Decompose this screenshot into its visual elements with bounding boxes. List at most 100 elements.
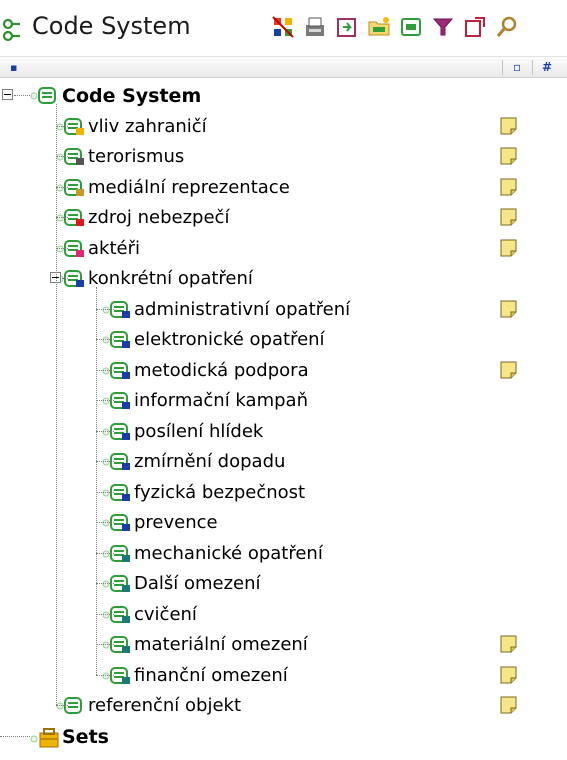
code-icon — [102, 575, 132, 593]
import-button[interactable] — [302, 14, 328, 40]
code-icon — [56, 697, 86, 715]
tree-row[interactable]: Další omezení — [0, 568, 567, 598]
memo-icon[interactable] — [499, 238, 519, 258]
memo-icon[interactable] — [499, 665, 519, 685]
tree-row[interactable]: fyzická bezpečnost — [0, 477, 567, 507]
tree-row[interactable]: materiální omezení — [0, 629, 567, 659]
folder-new-icon — [368, 17, 390, 36]
tree-item-label: prevence — [134, 512, 218, 533]
tree-connector — [0, 736, 30, 737]
tree-row[interactable]: mediální reprezentace — [0, 172, 567, 202]
folder-button[interactable] — [398, 14, 424, 40]
tree-item-label: konkrétní opatření — [88, 268, 253, 289]
code-icon — [56, 179, 86, 197]
column-separator — [532, 60, 533, 75]
export-button[interactable] — [334, 14, 360, 40]
tree-item-label: materiální omezení — [134, 634, 308, 655]
reset-button[interactable] — [462, 14, 488, 40]
tree-connector — [96, 644, 114, 645]
tree-item-label: mediální reprezentace — [88, 177, 290, 198]
tree-item-label: Další omezení — [134, 573, 261, 594]
tree-row[interactable]: prevence — [0, 507, 567, 537]
folder-icon — [401, 18, 421, 36]
tree-connector — [56, 156, 68, 157]
code-icon — [56, 118, 86, 136]
tree-connector — [56, 187, 68, 188]
window-titlebar: Code System — [0, 0, 567, 56]
tree-row[interactable]: posílení hlídek — [0, 416, 567, 446]
tree-connector — [96, 614, 114, 615]
tree-row[interactable]: mechanické opatření — [0, 538, 567, 568]
tree-connector — [96, 339, 114, 340]
tree-row[interactable]: zmírnění dopadu — [0, 446, 567, 476]
tree-item-label: Sets — [62, 726, 109, 748]
tree-item-label: informační kampaň — [134, 390, 308, 411]
frequency-column-icon[interactable]: # — [542, 60, 552, 74]
tree-item-label: cvičení — [134, 604, 197, 625]
code-icon — [102, 423, 132, 441]
tree-connector — [96, 461, 114, 462]
tree-row[interactable]: cvičení — [0, 599, 567, 629]
tree-row[interactable]: zdroj nebezpečí — [0, 202, 567, 232]
export-icon — [337, 18, 356, 37]
tree-connector — [56, 248, 68, 249]
code-icon — [102, 484, 132, 502]
tree-row[interactable]: terorismus — [0, 141, 567, 171]
tree-item-label: aktéři — [88, 238, 140, 259]
tree-item-label: referenční objekt — [88, 695, 241, 716]
tree-item-label: metodická podpora — [134, 360, 309, 381]
window-title: Code System — [32, 12, 191, 40]
memo-icon[interactable] — [499, 299, 519, 319]
memo-icon[interactable] — [499, 207, 519, 227]
memo-icon[interactable] — [499, 360, 519, 380]
tree-connector — [96, 400, 114, 401]
tree-row[interactable]: aktéři — [0, 233, 567, 263]
tree-row[interactable]: informační kampaň — [0, 385, 567, 415]
toolbar — [270, 14, 520, 40]
tree-item-label: zmírnění dopadu — [134, 451, 286, 472]
tree-item-label: administrativní opatření — [134, 299, 351, 320]
column-separator — [502, 60, 503, 75]
tree-row-root[interactable]: Code System — [0, 80, 567, 110]
tree-item-label: finanční omezení — [134, 665, 288, 686]
tree-row-parent[interactable]: konkrétní opatření — [0, 263, 567, 293]
sets-icon — [30, 728, 60, 748]
code-tree: Code System vliv zahraničí terorismus mediá… — [0, 80, 567, 760]
tree-item-label: zdroj nebezpečí — [88, 207, 230, 228]
tree-connector — [56, 705, 68, 706]
column-header: ▪ ▫ # — [0, 56, 567, 78]
tree-connector — [96, 309, 114, 310]
tree-connector — [96, 492, 114, 493]
tree-item-label: fyzická bezpečnost — [134, 482, 306, 503]
tree-item-label: Code System — [62, 85, 202, 107]
tree-row[interactable]: referenční objekt — [0, 690, 567, 720]
code-icon — [102, 636, 132, 654]
column-resize-handle-icon[interactable]: ▪ — [10, 61, 17, 74]
memo-column-icon[interactable]: ▫ — [513, 60, 521, 74]
memo-icon[interactable] — [499, 634, 519, 654]
search-button[interactable] — [494, 14, 520, 40]
code-icon — [102, 514, 132, 532]
memo-icon[interactable] — [499, 116, 519, 136]
code-icon — [102, 301, 132, 319]
memo-icon[interactable] — [499, 146, 519, 166]
memo-icon[interactable] — [499, 177, 519, 197]
code-icon — [102, 331, 132, 349]
new-code-button[interactable] — [270, 14, 296, 40]
memo-icon[interactable] — [499, 695, 519, 715]
tree-row[interactable]: administrativní opatření — [0, 294, 567, 324]
tree-connector — [96, 522, 114, 523]
tree-item-label: posílení hlídek — [134, 421, 264, 442]
tree-row[interactable]: metodická podpora — [0, 355, 567, 385]
folder-new-button[interactable] — [366, 14, 392, 40]
tree-connector — [96, 675, 114, 676]
collapse-toggle-icon[interactable] — [2, 89, 13, 100]
tree-item-label: mechanické opatření — [134, 543, 323, 564]
tree-row[interactable]: finanční omezení — [0, 660, 567, 690]
tree-row[interactable]: vliv zahraničí — [0, 111, 567, 141]
filter-button[interactable] — [430, 14, 456, 40]
code-icon — [102, 392, 132, 410]
tree-row[interactable]: elektronické opatření — [0, 324, 567, 354]
tree-row-sets[interactable]: Sets — [0, 721, 567, 751]
tree-connector — [96, 583, 114, 584]
